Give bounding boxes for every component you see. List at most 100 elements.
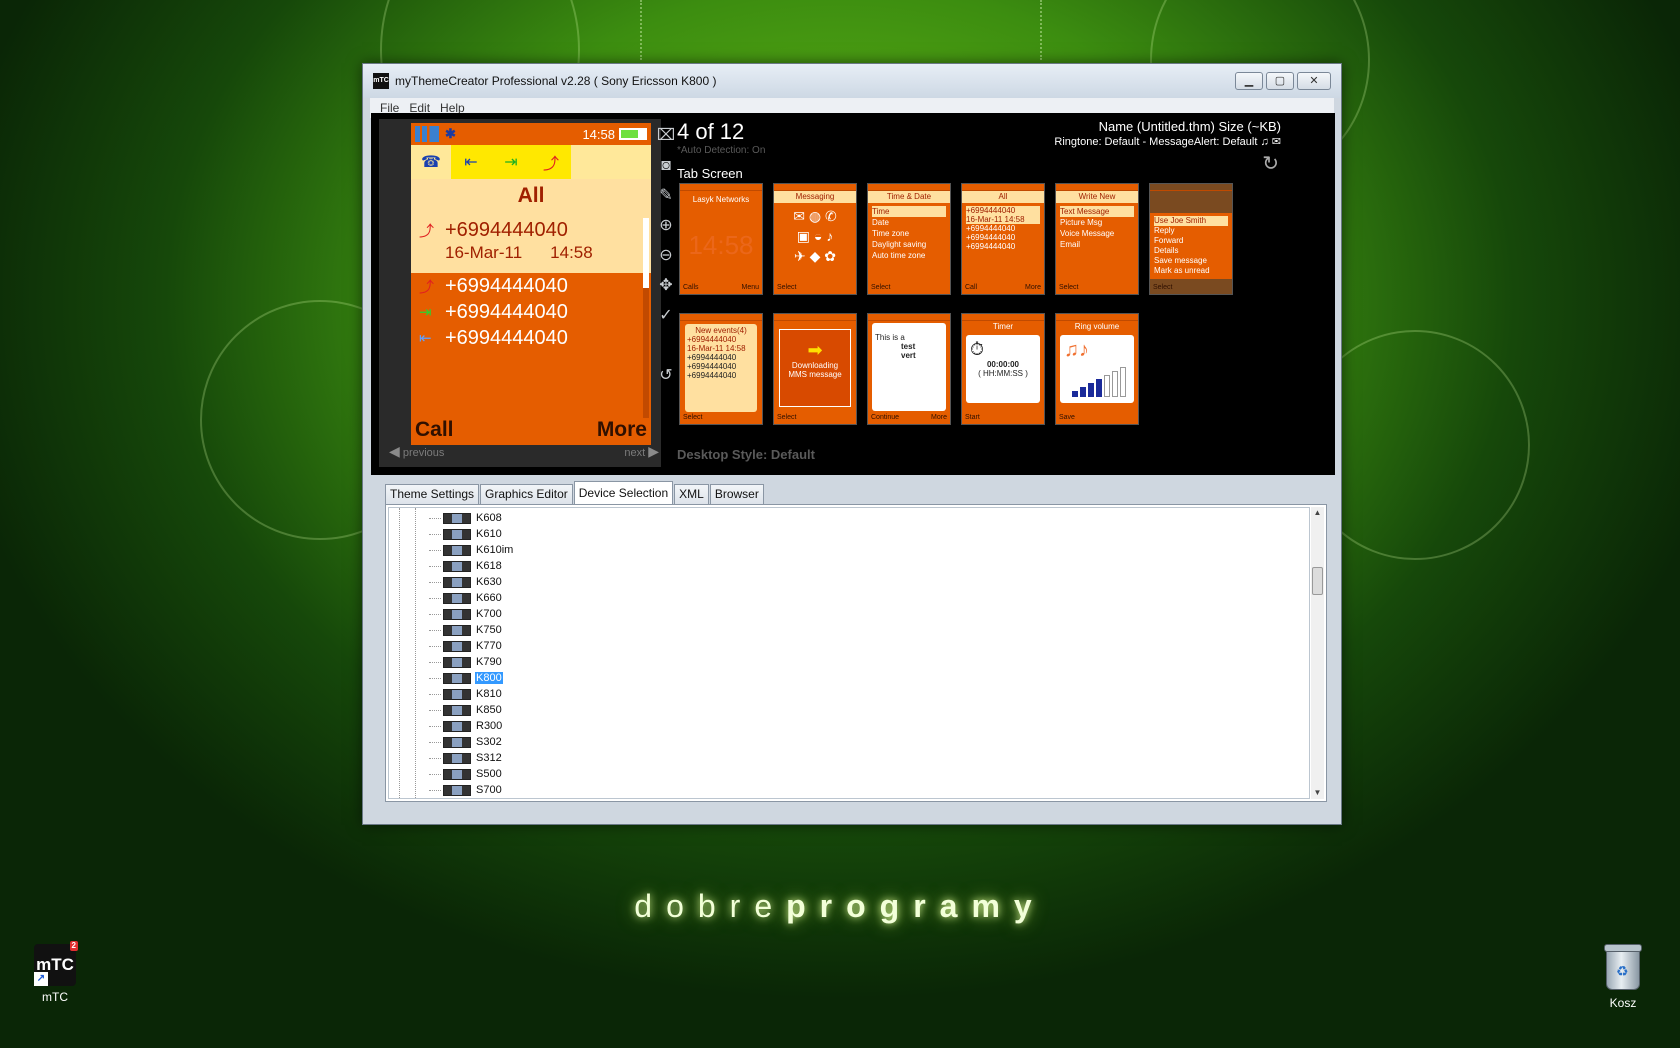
previous-button[interactable]: ◀ previous	[389, 443, 444, 460]
screenshot-icon[interactable]: ⌧	[655, 125, 677, 147]
list-item[interactable]: S302	[429, 734, 503, 750]
title-bar[interactable]: mTC myThemeCreator Professional v2.28 ( …	[363, 64, 1341, 98]
app-window: mTC myThemeCreator Professional v2.28 ( …	[362, 63, 1342, 825]
tab-xml[interactable]: XML	[674, 484, 709, 504]
scroll-down-icon[interactable]: ▼	[1311, 787, 1324, 799]
thumbnail-options-menu[interactable]: Use Joe Smith Reply Forward Details Save…	[1149, 183, 1233, 295]
auto-detection-status: *Auto Detection: On	[677, 145, 766, 156]
list-item[interactable]: K750	[429, 622, 503, 638]
phone-nav: ◀ previous next ▶	[389, 443, 659, 460]
download-icon: ➡	[807, 340, 823, 360]
device-label: K770	[476, 640, 502, 652]
phone-call-list: ⤴ +6994444040 ⇥ +6994444040 ⇤ +699444404…	[411, 273, 651, 351]
softkey-right: More	[596, 418, 647, 441]
thumbnail-text-input[interactable]: This is a test vert Continue More	[867, 313, 951, 425]
list-item[interactable]: R300	[429, 718, 503, 734]
missed-call-icon: ⤴	[531, 145, 571, 179]
phone-device-icon	[443, 768, 471, 780]
camera-icon[interactable]: ◙	[655, 155, 677, 177]
close-button[interactable]: ✕	[1297, 72, 1331, 90]
phone-device-icon	[443, 608, 471, 620]
app-icon: mTC	[373, 73, 389, 89]
thumbnail-write-new[interactable]: Write New Text Message Picture Msg Voice…	[1055, 183, 1139, 295]
device-tree-panel: K608 K610 K610im K618 K630 K660 K700 K750 K770 K7…	[385, 504, 1327, 802]
thumbnail-call-list[interactable]: All +6994444040 16-Mar-11 14:58 +6994444…	[961, 183, 1045, 295]
tab-browser[interactable]: Browser	[709, 484, 764, 504]
thumbnail-downloading[interactable]: ➡ Downloading MMS message Select	[773, 313, 857, 425]
phone-screen[interactable]: ✱ 14:58 ☎ ⇤ ⇥ ⤴ All ⤴ +6994444040 16-Mar…	[411, 123, 651, 445]
phone-device-icon	[443, 688, 471, 700]
tab-theme-settings[interactable]: Theme Settings	[385, 484, 480, 504]
device-label: R300	[476, 720, 503, 732]
maximize-button[interactable]: ▢	[1266, 72, 1294, 90]
list-item[interactable]: S500	[429, 766, 503, 782]
phone-device-icon	[443, 672, 471, 684]
list-item[interactable]: K700	[429, 606, 503, 622]
next-button[interactable]: next ▶	[624, 443, 659, 460]
list-item[interactable]: K608	[429, 510, 503, 526]
thumbnail-standby[interactable]: Lasyk Networks 14:58 Calls Menu	[679, 183, 763, 295]
desktop-icon-mtc[interactable]: mTC 2 ↗ mTC	[15, 941, 95, 1004]
list-item[interactable]: K610im	[429, 542, 514, 558]
device-label: K660	[476, 592, 502, 604]
theme-preview-panel: ✱ 14:58 ☎ ⇤ ⇥ ⤴ All ⤴ +6994444040 16-Mar…	[371, 113, 1335, 475]
phone-selected-entry: ⤴ +6994444040 16-Mar-11 14:58	[411, 213, 651, 273]
scrollbar-thumb[interactable]	[1312, 567, 1323, 595]
desktop-icon-recycle-bin[interactable]: ♻ Kosz	[1583, 944, 1663, 1010]
list-item: ⇥ +6994444040	[419, 300, 568, 323]
phone-screen-title: All	[411, 179, 651, 213]
device-tree-scrollbar[interactable]: ▲ ▼	[1311, 507, 1324, 799]
zoom-out-icon[interactable]: ⊖	[655, 245, 677, 267]
phone-preview: ✱ 14:58 ☎ ⇤ ⇥ ⤴ All ⤴ +6994444040 16-Mar…	[379, 119, 675, 467]
device-label: K618	[476, 560, 502, 572]
thumbnail-time-date[interactable]: Time & Date Time Date Time zone Daylight…	[867, 183, 951, 295]
incoming-call-icon: ⇤	[451, 145, 491, 179]
thumbnail-new-events[interactable]: New events(4) +6994444040 16-Mar-11 14:5…	[679, 313, 763, 425]
refresh-icon[interactable]: ↻	[1262, 151, 1279, 176]
list-item[interactable]: K800	[429, 670, 503, 686]
list-item[interactable]: K770	[429, 638, 503, 654]
phone-device-icon	[443, 576, 471, 588]
list-item[interactable]: K810	[429, 686, 503, 702]
reset-icon[interactable]: ↺	[655, 365, 677, 387]
messaging-icons: ✉ ◍ ✆ ▣ ◒ ♪ ✈ ◆ ✿	[793, 208, 837, 264]
outgoing-call-icon: ⤴	[419, 278, 435, 296]
list-item[interactable]: S700	[429, 782, 503, 798]
screen-counter: 4 of 12	[677, 119, 745, 144]
thumbnail-messaging[interactable]: Messaging ✉ ◍ ✆ ▣ ◒ ♪ ✈ ◆ ✿ Select	[773, 183, 857, 295]
list-item[interactable]: S710	[429, 798, 503, 799]
list-item[interactable]: K790	[429, 654, 503, 670]
list-item[interactable]: K618	[429, 558, 503, 574]
list-item: ⤴ +6994444040	[419, 274, 568, 297]
device-tree[interactable]: K608 K610 K610im K618 K630 K660 K700 K750 K770 K7…	[388, 507, 1310, 799]
device-label: K630	[476, 576, 502, 588]
device-label: K850	[476, 704, 502, 716]
zoom-in-icon[interactable]: ⊕	[655, 215, 677, 237]
phone-device-icon	[443, 720, 471, 732]
ringtone-info: Ringtone: Default - MessageAlert: Defaul…	[1054, 136, 1281, 148]
recycle-bin-icon: ♻	[1604, 944, 1642, 990]
list-item[interactable]: K630	[429, 574, 503, 590]
scroll-up-icon[interactable]: ▲	[1311, 507, 1324, 519]
badge-icon: 2	[69, 941, 78, 951]
phone-device-icon	[443, 528, 471, 540]
phone-status-bar: ✱ 14:58	[411, 123, 651, 145]
device-label: S700	[476, 784, 502, 796]
edit-icon[interactable]: ✎	[655, 185, 677, 207]
outgoing-arrow-icon: ⇥	[491, 145, 531, 179]
move-icon[interactable]: ✥	[655, 275, 677, 297]
list-item[interactable]: K850	[429, 702, 503, 718]
device-label: K610im	[476, 544, 514, 556]
selected-number: +6994444040	[445, 218, 568, 241]
tab-device-selection[interactable]: Device Selection	[573, 481, 674, 504]
tab-graphics-editor[interactable]: Graphics Editor	[480, 484, 573, 504]
minimize-button[interactable]: ▁	[1235, 72, 1263, 90]
list-item[interactable]: K610	[429, 526, 503, 542]
list-item[interactable]: K660	[429, 590, 503, 606]
thumbnail-timer[interactable]: Timer ⏱ 00:00:00 ( HH:MM:SS ) Start	[961, 313, 1045, 425]
check-icon[interactable]: ✓	[655, 305, 677, 327]
volume-bars	[1072, 367, 1126, 397]
phone-device-icon	[443, 784, 471, 796]
list-item[interactable]: S312	[429, 750, 503, 766]
thumbnail-ring-volume[interactable]: Ring volume ♫♪ Save	[1055, 313, 1139, 425]
